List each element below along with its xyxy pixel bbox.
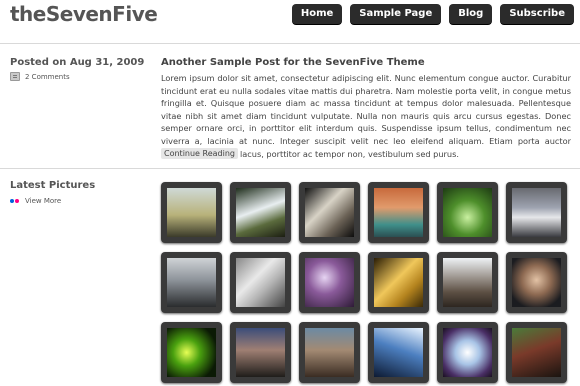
picture-image [374, 188, 423, 237]
latest-pictures-section: Latest Pictures View More [0, 170, 580, 386]
picture-thumbnail[interactable] [368, 322, 429, 383]
nav-home-button[interactable]: Home [291, 4, 343, 24]
post-section: Posted on Aug 31, 2009 2 Comments Anothe… [0, 45, 580, 169]
picture-image [512, 188, 561, 237]
picture-thumbnail[interactable] [437, 252, 498, 313]
picture-thumbnail[interactable] [506, 252, 567, 313]
picture-image [374, 258, 423, 307]
picture-image [236, 188, 285, 237]
picture-thumbnail[interactable] [299, 322, 360, 383]
continue-reading-button[interactable]: Continue Reading [161, 148, 238, 159]
picture-thumbnail[interactable] [299, 252, 360, 313]
post-date: Posted on Aug 31, 2009 [10, 57, 145, 68]
site-header: theSevenFive Home Sample Page Blog Subsc… [0, 0, 580, 44]
picture-image [305, 328, 354, 377]
flickr-blue-dot [10, 199, 14, 203]
latest-pictures-title: Latest Pictures [10, 180, 96, 191]
view-more-label[interactable]: View More [25, 197, 61, 205]
picture-thumbnail[interactable] [506, 182, 567, 243]
picture-thumbnail[interactable] [230, 182, 291, 243]
post-body: Lorem ipsum dolor sit amet, consectetur … [161, 73, 571, 159]
flickr-icon [10, 199, 19, 203]
picture-image [305, 188, 354, 237]
picture-image [167, 328, 216, 377]
picture-thumbnail[interactable] [161, 182, 222, 243]
picture-thumbnail[interactable] [299, 182, 360, 243]
picture-thumbnail[interactable] [161, 252, 222, 313]
post-title[interactable]: Another Sample Post for the SevenFive Th… [161, 57, 425, 68]
nav-subscribe-button[interactable]: Subscribe [500, 4, 574, 24]
flickr-pink-dot [15, 199, 19, 203]
picture-image [512, 328, 561, 377]
site-logo[interactable]: theSevenFive [10, 2, 158, 26]
picture-image [374, 328, 423, 377]
picture-thumbnail[interactable] [230, 252, 291, 313]
picture-image [236, 258, 285, 307]
picture-image [512, 258, 561, 307]
picture-thumbnail[interactable] [368, 252, 429, 313]
picture-thumbnail[interactable] [230, 322, 291, 383]
picture-image [443, 188, 492, 237]
nav-blog-button[interactable]: Blog [449, 4, 493, 24]
picture-image [236, 328, 285, 377]
picture-image [305, 258, 354, 307]
comment-icon [10, 72, 20, 81]
comments-count[interactable]: 2 Comments [25, 73, 70, 81]
nav-sample-page-button[interactable]: Sample Page [350, 4, 442, 24]
picture-thumbnail[interactable] [161, 322, 222, 383]
picture-thumbnail[interactable] [506, 322, 567, 383]
picture-thumbnail[interactable] [437, 182, 498, 243]
comments-link[interactable]: 2 Comments [10, 72, 70, 81]
picture-image [167, 188, 216, 237]
picture-thumbnail[interactable] [437, 322, 498, 383]
picture-image [443, 328, 492, 377]
picture-image [443, 258, 492, 307]
view-more-link[interactable]: View More [10, 197, 61, 205]
main-nav: Home Sample Page Blog Subscribe [291, 4, 574, 24]
picture-image [167, 258, 216, 307]
picture-thumbnail[interactable] [368, 182, 429, 243]
